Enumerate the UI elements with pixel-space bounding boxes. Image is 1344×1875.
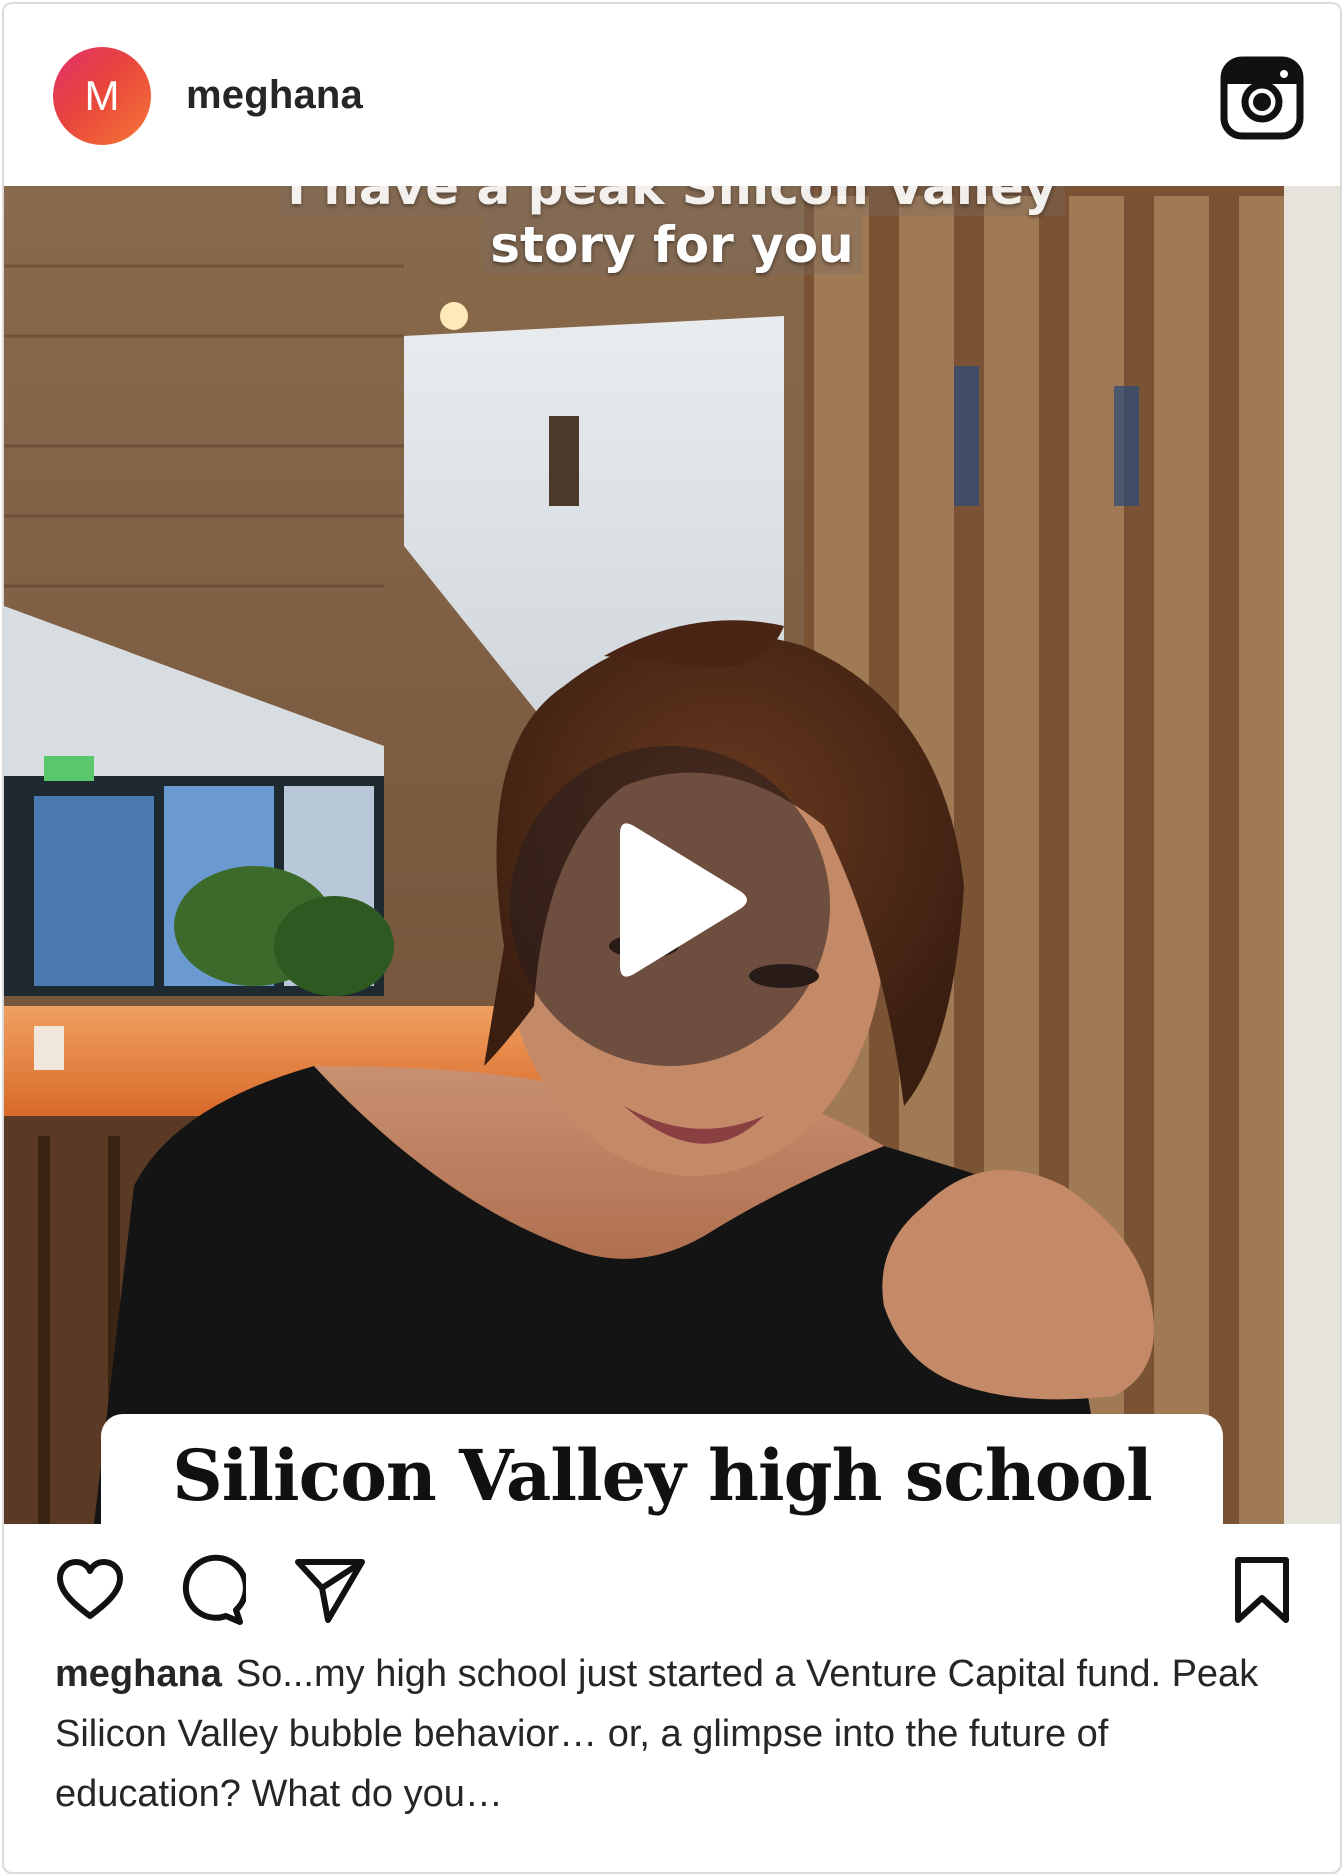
caption-username[interactable]: meghana xyxy=(55,1653,222,1695)
comment-icon[interactable] xyxy=(174,1554,246,1626)
post-username[interactable]: meghana xyxy=(186,68,363,122)
heart-icon[interactable] xyxy=(54,1554,126,1626)
post-caption: meghana So...my high school just started … xyxy=(55,1644,1295,1824)
caption-text: So...my high school just started a Ventu… xyxy=(55,1653,1259,1815)
video-overlay-text-bottom: Silicon Valley high school xyxy=(172,1434,1153,1517)
overlay-line-2: story for you xyxy=(482,216,862,274)
play-icon[interactable] xyxy=(500,746,840,1066)
video-overlay-text-top: I have a peak Silicon Valley story for y… xyxy=(4,186,1340,274)
overlay-line-1: I have a peak Silicon Valley xyxy=(279,186,1065,216)
instagram-icon[interactable] xyxy=(1220,56,1304,140)
bookmark-icon[interactable] xyxy=(1226,1554,1298,1626)
send-icon[interactable] xyxy=(294,1554,366,1626)
post-media-video[interactable]: I have a peak Silicon Valley story for y… xyxy=(4,186,1340,1524)
post-header: M meghana xyxy=(4,4,1340,184)
avatar[interactable]: M xyxy=(53,47,151,145)
instagram-post-card: M meghana I have a peak Silicon Valley s… xyxy=(2,2,1342,1874)
post-actions-bar xyxy=(4,1524,1340,1644)
video-overlay-caption-box: Silicon Valley high school xyxy=(101,1414,1223,1524)
